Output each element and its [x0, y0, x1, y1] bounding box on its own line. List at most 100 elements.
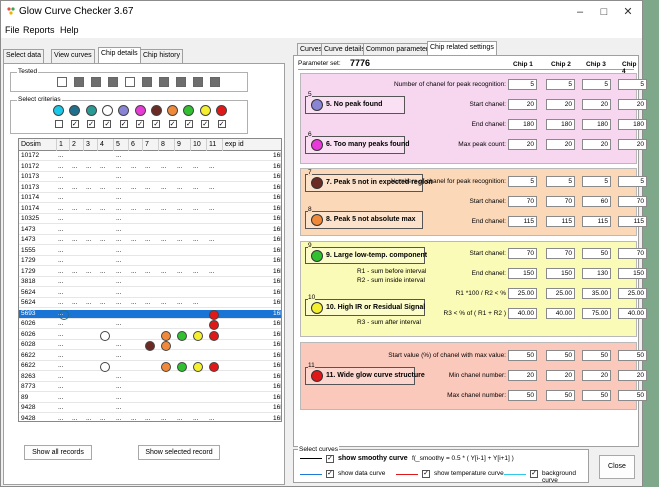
chip-2-field[interactable]: 180 [546, 119, 575, 130]
chip-3-field[interactable]: 35.00 [582, 288, 611, 299]
chip-3-field[interactable]: 20 [582, 139, 611, 150]
chip-4-field[interactable]: 5 [618, 79, 647, 90]
table-row[interactable]: 5624...... 16E [19, 289, 281, 298]
chip-3-field[interactable]: 50 [582, 248, 611, 259]
chip-4-field[interactable]: 20 [618, 139, 647, 150]
criteria-checkbox[interactable]: ✓ [217, 120, 226, 128]
chip-2-field[interactable]: 25.00 [546, 288, 575, 299]
menu-help[interactable]: Help [60, 25, 79, 35]
criteria-checkbox[interactable]: ✓ [136, 120, 144, 128]
chip-2-field[interactable]: 50 [546, 390, 575, 401]
chip-1-field[interactable]: 50 [508, 390, 537, 401]
chip-1-field[interactable]: 70 [508, 248, 537, 259]
grid-header-cell[interactable]: Dosim [19, 139, 57, 151]
chip-1-field[interactable]: 180 [508, 119, 537, 130]
table-row[interactable]: 6026... 16E [19, 330, 281, 341]
table-row[interactable]: 1729...... 16E [19, 257, 281, 266]
criteria-checkbox[interactable]: ✓ [87, 120, 96, 128]
table-row[interactable]: 8773...... 16E [19, 383, 281, 392]
show-all-records-button[interactable]: Show all records [24, 445, 92, 460]
criteria-checkbox[interactable] [54, 120, 63, 128]
maximize-button[interactable]: □ [595, 4, 613, 20]
chip-3-field[interactable]: 115 [582, 216, 611, 227]
tab-chip-history[interactable]: Chip history [140, 49, 183, 63]
chip-2-field[interactable]: 70 [546, 248, 575, 259]
chip-1-field[interactable]: 150 [508, 268, 537, 279]
criteria-checkbox[interactable]: ✓ [184, 120, 193, 128]
chip-1-field[interactable]: 40.00 [508, 308, 537, 319]
criteria-checkbox[interactable]: ✓ [201, 120, 210, 128]
table-row[interactable]: 1729................................. 16E [19, 268, 281, 277]
chip-4-field[interactable]: 70 [618, 248, 647, 259]
table-row[interactable]: 9428...... 16E [19, 404, 281, 413]
chip-2-field[interactable]: 70 [546, 196, 575, 207]
chip-1-field[interactable]: 70 [508, 196, 537, 207]
chip-2-field[interactable]: 50 [546, 350, 575, 361]
chip-4-field[interactable]: 5 [618, 176, 647, 187]
grid-header-cell[interactable]: 4 [98, 139, 114, 151]
chip-4-field[interactable]: 50 [618, 390, 647, 401]
chip-1-field[interactable]: 25.00 [508, 288, 537, 299]
table-row[interactable]: 1473...... 16E [19, 226, 281, 235]
menu-file[interactable]: File [5, 25, 20, 35]
chip-1-field[interactable]: 20 [508, 139, 537, 150]
chip-4-field[interactable]: 70 [618, 196, 647, 207]
table-row[interactable]: 8263...... 16E [19, 373, 281, 382]
grid-header-cell[interactable]: 7 [143, 139, 159, 151]
chip-3-field[interactable]: 130 [582, 268, 611, 279]
chip-1-field[interactable]: 50 [508, 350, 537, 361]
chip-2-field[interactable]: 115 [546, 216, 575, 227]
chip-3-field[interactable]: 75.00 [582, 308, 611, 319]
chip-2-field[interactable]: 20 [546, 139, 575, 150]
table-row[interactable]: 6622...... 16E [19, 352, 281, 361]
chip-4-field[interactable]: 40.00 [618, 308, 647, 319]
table-row[interactable]: 89...... 16E [19, 394, 281, 403]
chip-2-field[interactable]: 5 [546, 176, 575, 187]
table-row[interactable]: 6622... 16E [19, 362, 281, 372]
chip-3-field[interactable]: 50 [582, 390, 611, 401]
chip-4-field[interactable]: 20 [618, 370, 647, 381]
chip-4-field[interactable]: 20 [618, 99, 647, 110]
table-row[interactable]: 10172................................. 16… [19, 163, 281, 172]
chip-2-field[interactable]: 20 [546, 370, 575, 381]
table-row[interactable]: 3818...... 16E [19, 278, 281, 287]
table-row[interactable]: 10173................................. 16… [19, 184, 281, 193]
grid-header-cell[interactable]: 6 [129, 139, 143, 151]
chip-4-field[interactable]: 115 [618, 216, 647, 227]
chip-2-field[interactable]: 20 [546, 99, 575, 110]
grid-header-cell[interactable]: 2 [70, 139, 84, 151]
grid-header-cell[interactable]: 5 [114, 139, 129, 151]
chip-2-field[interactable]: 5 [546, 79, 575, 90]
grid-header-cell[interactable]: 1 [57, 139, 70, 151]
close-window-button[interactable]: ✕ [619, 4, 637, 20]
records-grid[interactable]: Dosim1234567891011exp id 10172......16E1… [18, 138, 282, 422]
chip-3-field[interactable]: 60 [582, 196, 611, 207]
table-row[interactable]: 1473................................. 16E [19, 236, 281, 245]
criteria-checkbox[interactable]: ✓ [103, 120, 112, 128]
grid-header-cell[interactable]: 11 [207, 139, 223, 151]
table-row[interactable]: 10325...... 16E [19, 215, 281, 224]
chip-1-field[interactable]: 5 [508, 176, 537, 187]
chip-3-field[interactable]: 20 [582, 370, 611, 381]
tab-view-curves[interactable]: View curves [51, 49, 95, 63]
grid-header-cell[interactable]: 9 [175, 139, 191, 151]
tab-select-data[interactable]: Select data [3, 49, 45, 63]
chip-1-field[interactable]: 20 [508, 99, 537, 110]
table-row[interactable]: 5624.............................. 16E [19, 299, 281, 308]
table-row[interactable]: 10174...... 16E [19, 194, 281, 203]
criteria-checkbox[interactable]: ✓ [152, 120, 161, 128]
menu-reports[interactable]: Reports [23, 25, 55, 35]
criteria-checkbox[interactable]: ✓ [168, 120, 177, 128]
chip-3-field[interactable]: 50 [582, 350, 611, 361]
table-row[interactable]: 1555...... 16E [19, 247, 281, 256]
chip-4-field[interactable]: 180 [618, 119, 647, 130]
grid-header-cell[interactable]: 10 [191, 139, 207, 151]
temperature-curve-checkbox[interactable]: ✓ [422, 470, 430, 478]
table-row[interactable]: 6028...... 16E [19, 341, 281, 351]
chip-1-field[interactable]: 115 [508, 216, 537, 227]
table-row[interactable]: 10173...... 16E [19, 173, 281, 182]
chip-3-field[interactable]: 5 [582, 176, 611, 187]
chip-4-field[interactable]: 50 [618, 350, 647, 361]
grid-header-cell[interactable]: exp id [223, 139, 281, 151]
chip-4-field[interactable]: 150 [618, 268, 647, 279]
